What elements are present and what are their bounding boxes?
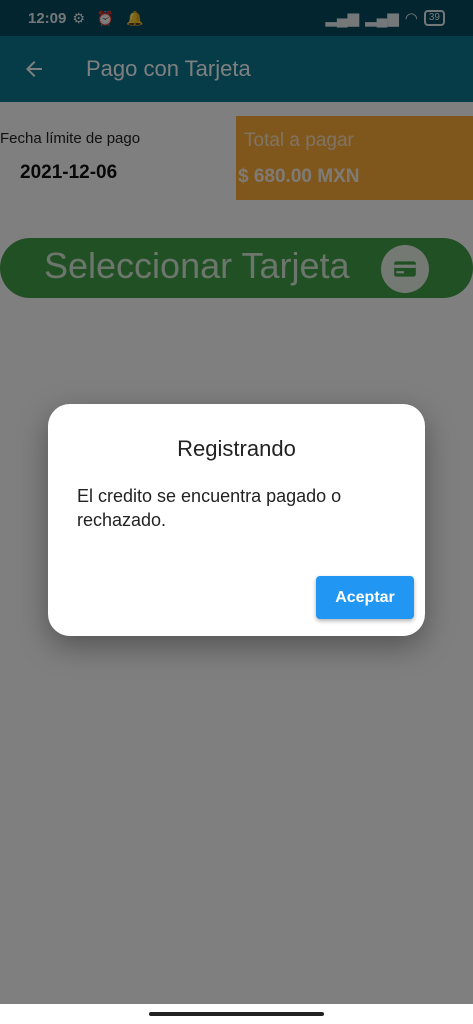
- dialog-title: Registrando: [177, 436, 296, 461]
- accept-button[interactable]: Aceptar: [316, 576, 414, 619]
- alert-dialog: Registrando El credito se encuentra paga…: [48, 404, 425, 636]
- system-nav-bar: [0, 1004, 473, 1024]
- home-gesture-handle[interactable]: [149, 1012, 324, 1016]
- dialog-message: El credito se encuentra pagado o rechaza…: [77, 486, 342, 530]
